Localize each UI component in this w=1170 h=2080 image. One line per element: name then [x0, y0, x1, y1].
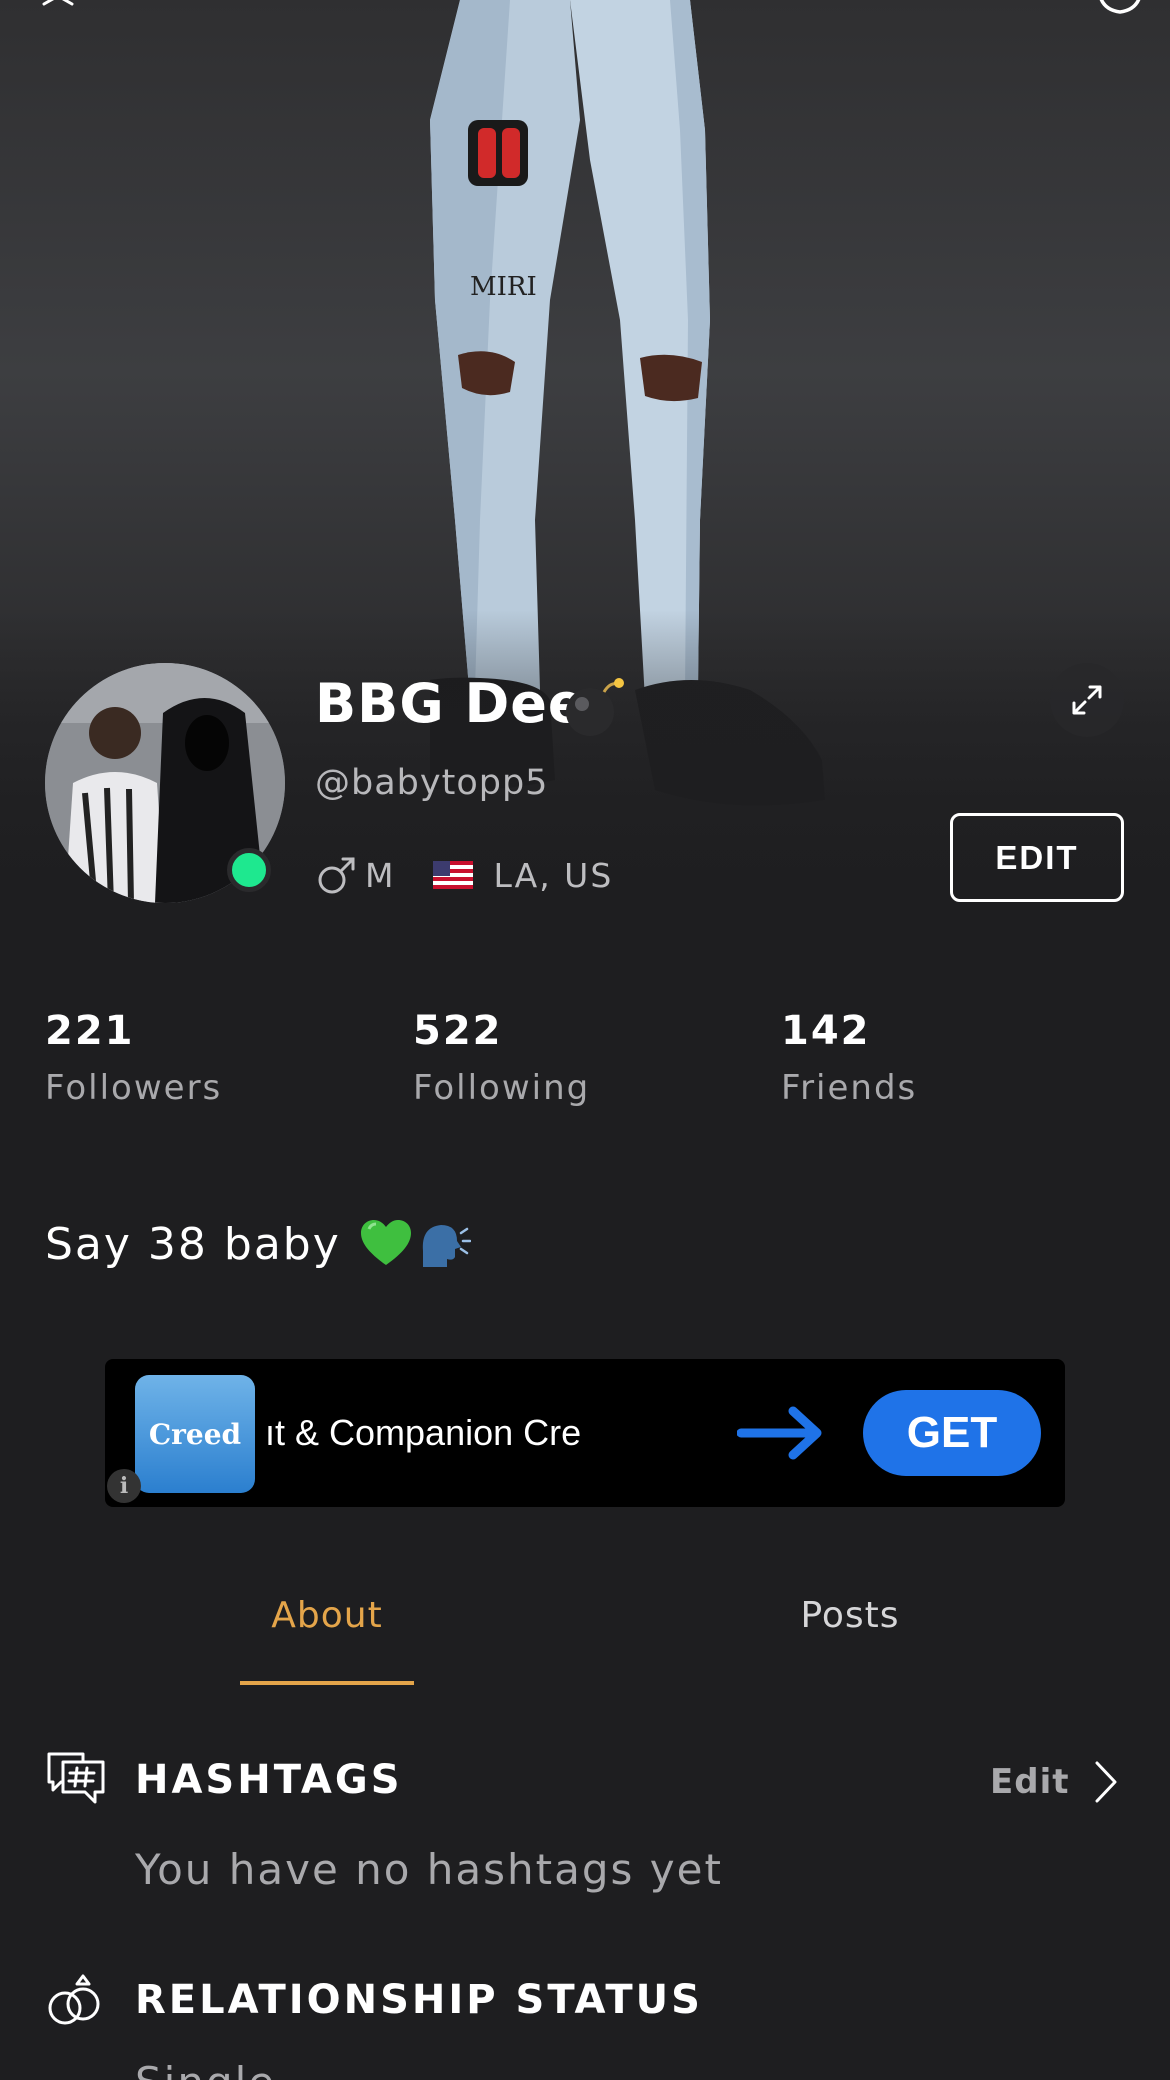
expand-avatar-button[interactable] [1050, 663, 1124, 737]
display-name: BBG Dee [315, 672, 586, 735]
friends-label: Friends [781, 1068, 918, 1108]
relationship-status-value: Single [135, 2058, 276, 2080]
chevron-right-icon [1095, 1761, 1117, 1803]
info-icon[interactable]: i [107, 1469, 141, 1503]
rings-icon [48, 1974, 100, 2025]
hashtags-edit-label: Edit [990, 1762, 1070, 1802]
bio-text: Say 38 baby [45, 1218, 341, 1270]
us-flag-icon [433, 861, 474, 889]
close-icon[interactable] [28, 0, 88, 32]
following-count: 522 [413, 1008, 503, 1054]
following-label: Following [413, 1068, 591, 1108]
stat-friends[interactable]: 142 Friends [781, 1008, 917, 1108]
ad-app-logo: Creed [135, 1375, 255, 1493]
profile-meta: M LA, US [315, 850, 613, 900]
gear-icon[interactable] [1090, 0, 1150, 32]
hashtag-chat-icon [47, 1752, 105, 1804]
green-heart-emoji [360, 1220, 411, 1265]
hashtags-empty-text: You have no hashtags yet [135, 1845, 723, 1894]
followers-label: Followers [45, 1068, 223, 1108]
hashtags-edit-link[interactable]: Edit [990, 1757, 1121, 1807]
location-label: LA, US [493, 855, 614, 895]
bomb-emoji [566, 678, 624, 736]
arrow-right-icon [737, 1406, 822, 1460]
hashtags-title: HASHTAGS [135, 1757, 403, 1803]
gender-label: M [365, 855, 396, 895]
friends-count: 142 [781, 1008, 871, 1054]
svg-text:MIRI: MIRI [470, 272, 537, 302]
ad-scrolling-text: ıt & Companion Cre [265, 1412, 582, 1453]
followers-count: 221 [45, 1008, 135, 1054]
expand-icon [1072, 685, 1102, 715]
ad-get-button[interactable]: GET [863, 1390, 1041, 1476]
bio: Say 38 baby [45, 1212, 471, 1276]
tab-about[interactable]: About [240, 1595, 414, 1636]
stat-following[interactable]: 522 Following [413, 1008, 590, 1108]
speaking-head-emoji [422, 1225, 471, 1267]
male-icon [318, 857, 355, 894]
online-status-indicator [227, 848, 271, 892]
active-tab-indicator [240, 1681, 414, 1685]
edit-profile-button[interactable]: EDIT [950, 813, 1124, 902]
stat-followers[interactable]: 221 Followers [45, 1008, 222, 1108]
tab-posts[interactable]: Posts [760, 1595, 940, 1636]
ad-banner[interactable]: Creed i ıt & Companion Cre GET [105, 1359, 1065, 1507]
username-handle: @babytopp5 [315, 763, 549, 803]
relationship-status-title: RELATIONSHIP STATUS [135, 1977, 703, 2023]
